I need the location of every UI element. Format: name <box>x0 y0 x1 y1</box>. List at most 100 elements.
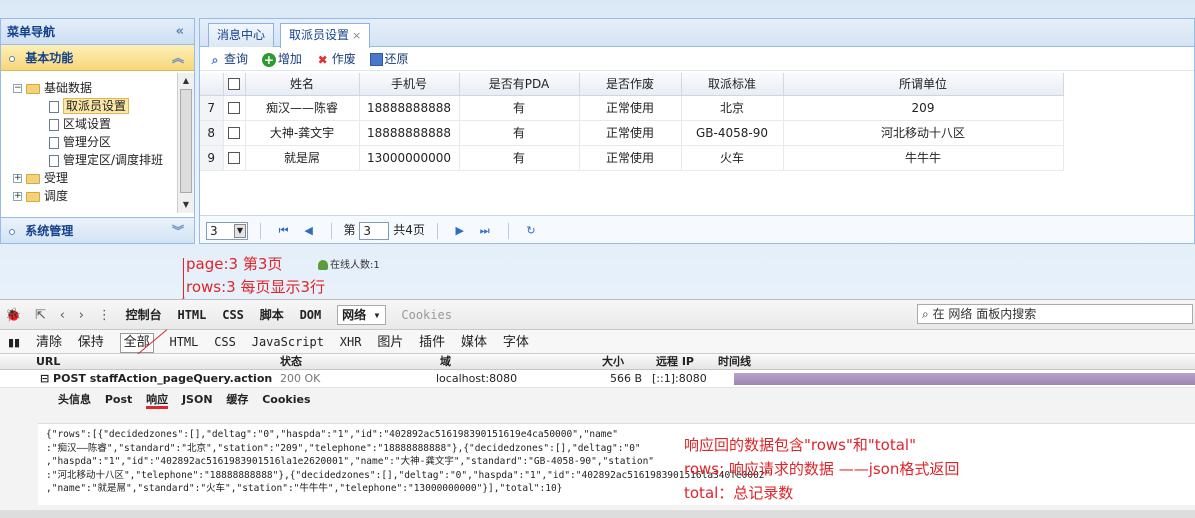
chevron-up-icon[interactable]: ︽ <box>172 45 184 71</box>
column-header[interactable]: 取派标准 <box>681 73 784 96</box>
tree-scrollbar[interactable]: ▲ ▼ <box>177 73 194 213</box>
tab-response[interactable]: 响应 <box>146 393 169 409</box>
forward-icon[interactable]: › <box>79 301 84 331</box>
tab-script[interactable]: 脚本 <box>260 300 284 330</box>
section-system-management[interactable]: 系统管理 ︾ <box>1 217 194 243</box>
network-search-input[interactable]: ⌕ 在 网络 面板内搜索 <box>917 304 1193 324</box>
scroll-up-arrow-icon[interactable]: ▲ <box>180 75 192 87</box>
column-status[interactable]: 状态 <box>280 354 302 370</box>
back-icon[interactable]: ‹ <box>60 301 65 331</box>
tab-dom[interactable]: DOM <box>300 300 322 330</box>
row-number-header <box>200 73 224 96</box>
column-header[interactable]: 姓名 <box>245 73 360 96</box>
column-remote-ip[interactable]: 远程 IP <box>656 354 694 370</box>
page-size-select[interactable]: 3 ▼ <box>206 221 248 240</box>
search-icon: ⌕ <box>922 307 929 321</box>
tree-node-label: 基础数据 <box>44 81 93 95</box>
delete-button[interactable]: ✖ 作废 <box>316 47 356 71</box>
cell-pda: 有 <box>459 145 580 171</box>
first-page-icon[interactable]: ⏮ <box>279 217 289 245</box>
persist-button[interactable]: 保持 <box>78 331 104 355</box>
scroll-down-arrow-icon[interactable]: ▼ <box>180 199 192 211</box>
bug-icon[interactable]: 🐞 <box>5 301 21 331</box>
filter-xhr[interactable]: XHR <box>340 330 362 354</box>
column-header[interactable]: 是否有PDA <box>459 73 580 96</box>
devtools-panel: 🐞 ⇱ ‹ › ⋮ 控制台 HTML CSS 脚本 DOM 网络 ▾ Cooki… <box>0 299 1195 518</box>
column-header[interactable]: 是否作废 <box>579 73 682 96</box>
collapse-icon[interactable]: « <box>176 19 184 45</box>
row-number: 7 <box>200 95 224 121</box>
tab-network[interactable]: 网络 ▾ <box>337 305 386 325</box>
column-size[interactable]: 大小 <box>602 354 624 370</box>
inspect-icon[interactable]: ⇱ <box>35 301 46 331</box>
select-all-checkbox[interactable] <box>228 78 240 91</box>
tab-cookies[interactable]: Cookies <box>401 300 452 330</box>
clear-button[interactable]: 清除 <box>36 331 62 355</box>
row-checkbox[interactable] <box>228 152 240 164</box>
command-icon[interactable]: ⋮ <box>98 301 111 331</box>
close-icon[interactable]: × <box>352 29 361 42</box>
pause-icon[interactable]: ▮▮ <box>8 331 20 355</box>
row-checkbox[interactable] <box>228 102 240 114</box>
tree-node-acceptance[interactable]: + 受理 <box>1 169 194 187</box>
tab-console[interactable]: 控制台 <box>126 300 162 330</box>
request-url[interactable]: ⊟ POST staffAction_pageQuery.action <box>40 370 272 388</box>
page-number-input[interactable]: 3 <box>359 221 390 240</box>
scrollbar-thumb[interactable] <box>180 89 192 193</box>
collapse-toggle-icon[interactable]: − <box>13 84 22 93</box>
tree-node-manage-zones[interactable]: 管理定区/调度排班 <box>1 151 194 169</box>
filter-html[interactable]: HTML <box>169 330 198 354</box>
restore-button[interactable]: 还原 <box>369 47 409 71</box>
tab-css[interactable]: CSS <box>222 300 244 330</box>
page-total-label: 共4页 <box>393 223 425 237</box>
main-panel: 消息中心 取派员设置 × ⌕ 查询 + 增加 ✖ 作废 还原 姓名 手机号 是否有PDA… <box>199 18 1195 244</box>
column-timeline[interactable]: 时间线 <box>718 354 751 370</box>
tab-headers[interactable]: 头信息 <box>58 393 91 406</box>
cell-standard: 火车 <box>681 145 784 171</box>
tab-message-center[interactable]: 消息中心 <box>208 23 275 47</box>
request-domain: localhost:8080 <box>436 372 518 385</box>
filter-media[interactable]: 媒体 <box>461 331 487 355</box>
tab-cache[interactable]: 缓存 <box>226 393 248 406</box>
tab-post[interactable]: Post <box>105 393 132 406</box>
filter-fonts[interactable]: 字体 <box>503 331 529 355</box>
column-domain[interactable]: 域 <box>440 354 451 370</box>
last-page-icon[interactable]: ⏭ <box>480 217 490 245</box>
next-page-icon[interactable]: ▶ <box>455 217 463 245</box>
tab-cookies-response[interactable]: Cookies <box>262 393 310 406</box>
tree-node-basic-data[interactable]: − 基础数据 <box>1 79 194 97</box>
tab-courier-settings[interactable]: 取派员设置 × <box>280 23 371 48</box>
tree-node-courier-settings[interactable]: 取派员设置 <box>1 97 194 115</box>
tree-node-region-settings[interactable]: 区域设置 <box>1 115 194 133</box>
chevron-down-icon[interactable]: ︾ <box>172 218 184 244</box>
filter-plugins[interactable]: 插件 <box>419 331 445 355</box>
request-status: 200 OK <box>280 372 321 385</box>
section-label: 基本功能 <box>25 51 74 65</box>
prev-page-icon[interactable]: ◀ <box>304 217 312 245</box>
network-request-row[interactable]: ⊟ POST staffAction_pageQuery.action 200 … <box>0 370 1195 388</box>
tab-html[interactable]: HTML <box>177 300 206 330</box>
table-row[interactable]: 8 大神-龚文宇 18888888888 有 正常使用 GB-4058-90 河… <box>200 120 1064 146</box>
column-url[interactable]: URL <box>36 354 60 370</box>
section-basic-functions[interactable]: 基本功能 ︽ <box>1 45 194 71</box>
rows-annotation: rows:3 每页显示3行 <box>186 278 326 296</box>
filter-css[interactable]: CSS <box>214 330 236 354</box>
dropdown-arrow-icon[interactable]: ▼ <box>234 223 246 238</box>
refresh-icon[interactable]: ↻ <box>526 217 535 245</box>
add-button[interactable]: + 增加 <box>261 47 302 71</box>
row-checkbox[interactable] <box>228 127 240 139</box>
filter-images[interactable]: 图片 <box>377 331 403 355</box>
search-button[interactable]: ⌕ 查询 <box>208 47 248 71</box>
column-header[interactable]: 所谓单位 <box>783 73 1064 96</box>
cell-pda: 有 <box>459 120 580 146</box>
filter-js[interactable]: JavaScript <box>252 330 324 354</box>
column-header[interactable]: 手机号 <box>359 73 460 96</box>
tab-json[interactable]: JSON <box>182 393 213 406</box>
tree-node-dispatch[interactable]: + 调度 <box>1 187 194 205</box>
toolbar: ⌕ 查询 + 增加 ✖ 作废 还原 <box>200 47 1194 71</box>
tree-node-manage-partitions[interactable]: 管理分区 <box>1 133 194 151</box>
expand-toggle-icon[interactable]: + <box>13 192 22 201</box>
table-row[interactable]: 9 就是屌 13000000000 有 正常使用 火车 牛牛牛 <box>200 145 1064 171</box>
table-row[interactable]: 7 痴汉——陈睿 18888888888 有 正常使用 北京 209 <box>200 95 1064 121</box>
expand-toggle-icon[interactable]: + <box>13 174 22 183</box>
